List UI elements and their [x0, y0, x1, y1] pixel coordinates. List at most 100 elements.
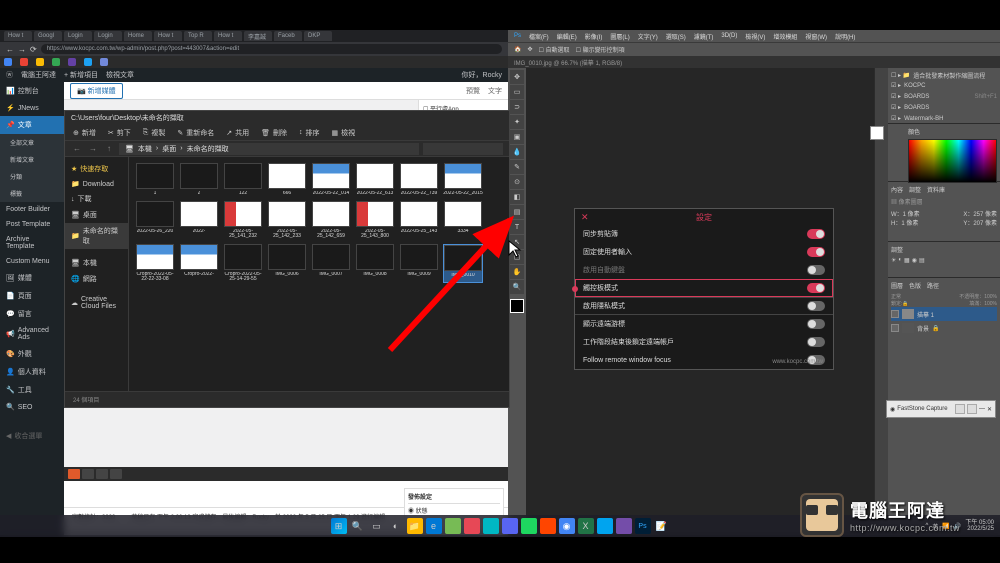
menu-help[interactable]: 說明(H) — [835, 32, 855, 41]
toggle-switch[interactable] — [807, 229, 825, 239]
wp-menu-profile[interactable]: 👤 個人資料 — [0, 363, 64, 381]
menu-window[interactable]: 視窗(W) — [805, 32, 827, 41]
toolbar-delete[interactable]: 🗑 刪除 — [261, 128, 287, 138]
editor-btn[interactable] — [110, 469, 122, 479]
tab-adjust[interactable]: 調整 — [909, 185, 921, 194]
browser-tab[interactable]: Googl — [34, 31, 62, 41]
settings-row[interactable]: 觸控板模式 — [575, 279, 833, 297]
browser-tab[interactable]: How t — [154, 31, 182, 41]
breadcrumb[interactable]: 🖥 本機 › 桌面 › 未命名的擷取 — [119, 143, 419, 155]
app-icon[interactable] — [445, 518, 461, 534]
app-icon[interactable] — [521, 518, 537, 534]
gradient-tool-icon[interactable]: ▤ — [510, 205, 524, 219]
tab-paths[interactable]: 路徑 — [927, 281, 939, 290]
browser-tab[interactable]: How t — [214, 31, 242, 41]
explorer-title-bar[interactable]: C:\Users\four\Desktop\未命名的擷取 — [65, 111, 509, 125]
explorer-search[interactable] — [423, 143, 503, 155]
tab-channels[interactable]: 色版 — [909, 281, 921, 290]
adj-icon[interactable]: ▤ — [919, 257, 925, 264]
file-thumbnail[interactable]: Cropro-2022-05-22-22-33-08 — [135, 244, 175, 283]
settings-row[interactable]: 同步剪貼簿 — [575, 225, 833, 243]
tab-text[interactable]: 文字 — [488, 86, 502, 96]
file-thumbnail[interactable]: IMG_0009 — [399, 244, 439, 283]
wp-menu-appearance[interactable]: 🎨 外觀 — [0, 345, 64, 363]
file-thumbnail[interactable]: 2 — [179, 163, 219, 197]
menu-filter[interactable]: 濾鏡(T) — [694, 32, 714, 41]
toolbar-sort[interactable]: ↕ 排序 — [299, 128, 320, 138]
browser-tab[interactable]: Home — [124, 31, 152, 41]
browser-tab[interactable]: How t — [4, 31, 32, 41]
hand-tool-icon[interactable]: ✋ — [510, 265, 524, 279]
browser-tab[interactable]: DKP — [304, 31, 332, 41]
move-tool-icon[interactable]: ✥ — [527, 46, 532, 53]
wp-menu-footer-builder[interactable]: Footer Builder — [0, 202, 64, 217]
toolbar-rename[interactable]: ✎ 重新命名 — [177, 128, 214, 138]
adj-icon[interactable]: ◉ — [912, 257, 917, 264]
search-icon[interactable]: 🔍 — [350, 518, 366, 534]
browser-tab[interactable]: Login — [64, 31, 92, 41]
lang-indicator[interactable] — [68, 469, 80, 479]
wp-menu-pages[interactable]: 📄 頁面 — [0, 287, 64, 305]
file-thumbnail[interactable]: IMG_0007 — [311, 244, 351, 283]
eraser-tool-icon[interactable]: ◧ — [510, 190, 524, 204]
chrome-icon[interactable]: ◉ — [559, 518, 575, 534]
forward-icon[interactable]: → — [18, 45, 26, 54]
fs-minimize-icon[interactable]: — — [979, 406, 985, 412]
option-transform[interactable]: ☐ 顯示變形控制項 — [576, 45, 625, 54]
wp-menu-post-template[interactable]: Post Template — [0, 217, 64, 232]
side-desktop[interactable]: 🖥 桌面 — [65, 207, 128, 223]
visibility-icon[interactable] — [891, 310, 899, 318]
file-thumbnail[interactable]: Cropro-2022-05-25-14-29-55 — [223, 244, 263, 283]
bookmark-icon[interactable] — [4, 58, 12, 66]
wp-submenu-all-posts[interactable]: 全部文章 — [0, 134, 64, 151]
app-icon[interactable]: 📝 — [654, 518, 670, 534]
file-thumbnail[interactable]: 2022-05-22_613 — [355, 163, 395, 197]
back-icon[interactable]: ← — [6, 45, 14, 54]
browser-tab[interactable]: Login — [94, 31, 122, 41]
file-thumbnail[interactable]: 2022-05-25_143_800 — [355, 201, 395, 240]
toggle-switch[interactable] — [807, 265, 825, 275]
side-creative-cloud[interactable]: ☁ Creative Cloud Files — [65, 293, 128, 313]
wp-menu-seo[interactable]: 🔍 SEO — [0, 399, 64, 415]
wp-user-greeting[interactable]: 你好，Rocky — [462, 70, 502, 80]
browser-tab[interactable]: Faceb — [274, 31, 302, 41]
toolbar-view[interactable]: ▦ 檢視 — [332, 128, 356, 138]
quick-access[interactable]: ★ 快速存取 — [65, 161, 128, 177]
menu-3d[interactable]: 3D(D) — [721, 33, 737, 39]
app-icon[interactable] — [597, 518, 613, 534]
tab-library[interactable]: 資料庫 — [927, 185, 945, 194]
option-auto-select[interactable]: ☐ 自動選取 — [539, 45, 570, 54]
file-thumbnail[interactable]: 2022- — [179, 201, 219, 240]
file-thumbnail[interactable]: 1 — [135, 163, 175, 197]
zoom-tool-icon[interactable]: 🔍 — [510, 280, 524, 294]
bookmark-icon[interactable] — [84, 58, 92, 66]
color-picker[interactable] — [908, 139, 997, 183]
photoshop-icon[interactable]: Ps — [635, 518, 651, 534]
ps-canvas[interactable]: ✕ 設定 同步剪貼簿固定使用者輸入啟用自動鍵盤觸控板模式啟用隱私模式顯示遠端游標… — [526, 68, 874, 523]
wp-submenu-new-post[interactable]: 新增文章 — [0, 151, 64, 168]
fs-capture-icon[interactable] — [955, 404, 965, 414]
layer-fill[interactable]: 填滿：100% — [969, 300, 997, 307]
toolbar-new[interactable]: ⊕ 新增 — [73, 128, 96, 138]
side-network[interactable]: 🌐 網路 — [65, 271, 128, 287]
side-download[interactable]: 📁 Download — [65, 177, 128, 191]
wp-collapse-menu[interactable]: ◀ 收合選單 — [0, 427, 64, 445]
fs-close-icon[interactable]: ✕ — [987, 406, 992, 413]
settings-row[interactable]: 啟用隱私模式 — [575, 297, 833, 315]
bookmark-icon[interactable] — [20, 58, 28, 66]
settings-row[interactable]: 工作階段結束後鎖定遠端帳戶 — [575, 333, 833, 351]
file-thumbnail[interactable]: 2022-05-26_220 — [135, 201, 175, 240]
lasso-tool-icon[interactable]: ⊃ — [510, 100, 524, 114]
marquee-tool-icon[interactable]: ▭ — [510, 85, 524, 99]
wp-menu-dashboard[interactable]: 📊 控制台 — [0, 82, 64, 100]
adj-icon[interactable]: ☀ — [891, 257, 896, 264]
wp-menu-custom-menu[interactable]: Custom Menu — [0, 254, 64, 269]
toggle-switch[interactable] — [807, 247, 825, 257]
wp-menu-archive-template[interactable]: Archive Template — [0, 232, 64, 254]
toolbar-copy[interactable]: ⎘ 複製 — [143, 128, 166, 138]
menu-select[interactable]: 選取(S) — [666, 32, 686, 41]
wp-logo-icon[interactable]: ⓦ — [6, 70, 13, 80]
tab-color[interactable]: 顏色 — [908, 127, 920, 136]
menu-edit[interactable]: 編輯(E) — [557, 32, 577, 41]
faststone-toolbar[interactable]: ◉ FastStone Capture — ✕ — [886, 400, 996, 418]
